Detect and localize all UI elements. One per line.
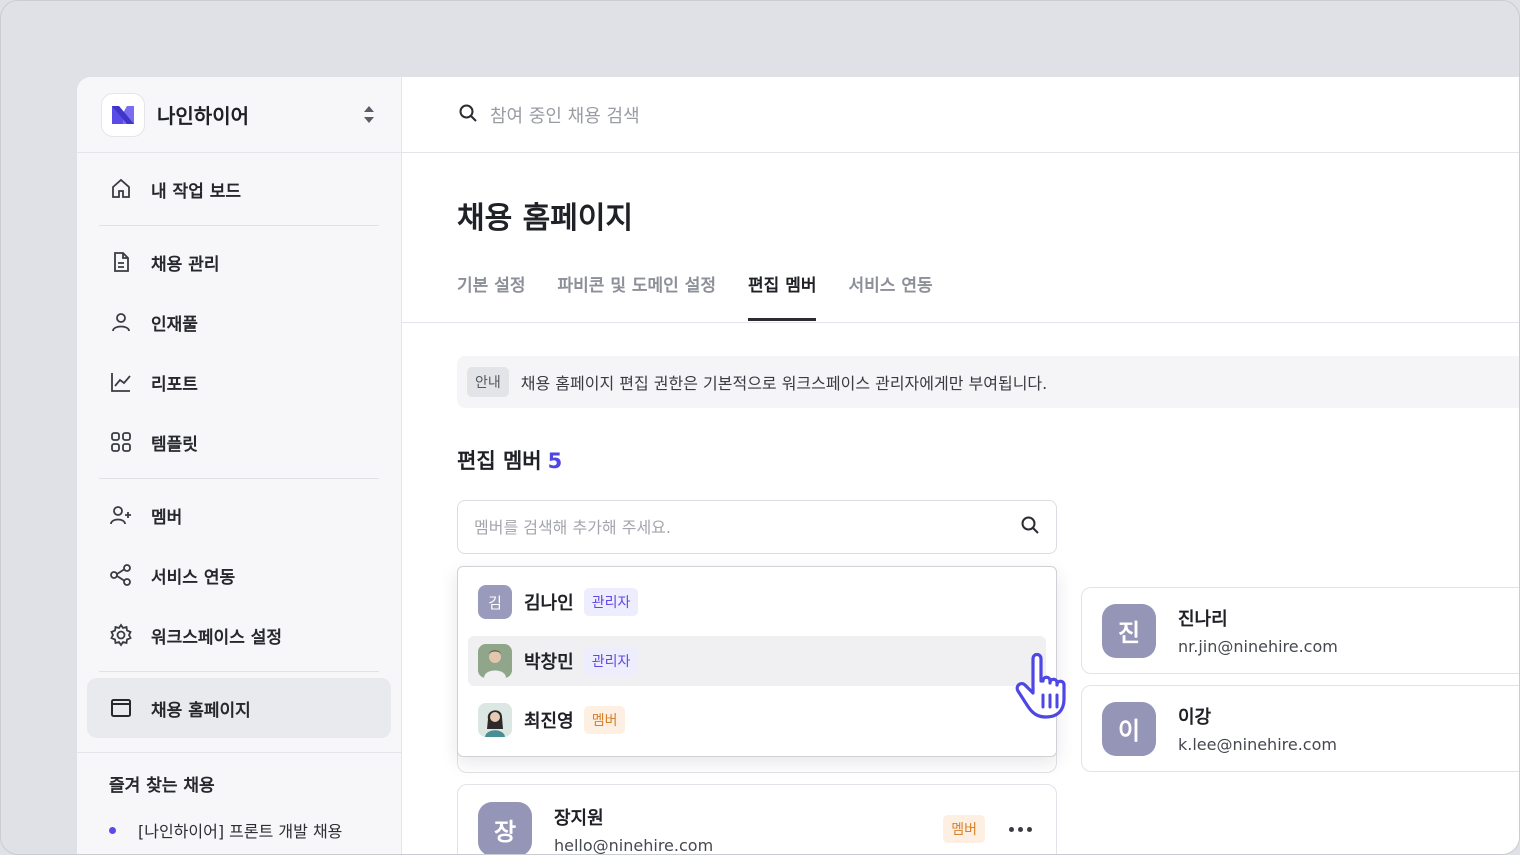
notice-banner: 안내 채용 홈페이지 편집 권한은 기본적으로 워크스페이스 관리자에게만 부여… xyxy=(457,356,1519,408)
member-name: 이강 xyxy=(1178,707,1212,728)
sidebar-item-integrations[interactable]: 서비스 연동 xyxy=(87,545,391,605)
workspace-name: 나인하이어 xyxy=(157,104,249,128)
page-title: 채용 홈페이지 xyxy=(457,201,634,236)
grid-icon xyxy=(109,430,133,454)
sidebar-item-dashboard[interactable]: 내 작업 보드 xyxy=(87,159,391,219)
member-search-field[interactable] xyxy=(457,500,1057,554)
divider xyxy=(99,671,379,672)
role-badge[interactable]: 멤버 xyxy=(943,815,985,843)
sidebar-nav: 내 작업 보드 채용 관리 인재풀 리포트 템플릿 멤버 서비스 연동 워크스페… xyxy=(77,153,401,738)
favorites-title: 즐겨 찾는 채용 xyxy=(109,776,215,796)
member-email: hello@ninehire.com xyxy=(554,835,714,855)
search-icon xyxy=(458,103,478,127)
tabs-divider xyxy=(402,322,1519,323)
sidebar-item-recruitment[interactable]: 채용 관리 xyxy=(87,232,391,292)
share-icon xyxy=(109,563,133,587)
app-window: 나인하이어 내 작업 보드 채용 관리 인재풀 리포트 템플릿 멤버 서비스 연… xyxy=(77,77,1519,855)
sidebar-item-label: 인재풀 xyxy=(151,314,198,335)
sidebar-item-talent-pool[interactable]: 인재풀 xyxy=(87,292,391,352)
member-email: k.lee@ninehire.com xyxy=(1178,735,1337,754)
sidebar-item-label: 리포트 xyxy=(151,374,198,395)
dropdown-option[interactable]: 박창민 관리자 xyxy=(468,636,1046,686)
sidebar: 나인하이어 내 작업 보드 채용 관리 인재풀 리포트 템플릿 멤버 서비스 연… xyxy=(77,77,402,854)
sidebar-item-label: 서비스 연동 xyxy=(151,567,236,588)
member-info: 이강 k.lee@ninehire.com xyxy=(1178,703,1337,754)
tab-favicon-domain[interactable]: 파비콘 및 도메인 설정 xyxy=(557,271,716,321)
section-title: 편집 멤버 5 xyxy=(457,445,562,475)
member-count: 5 xyxy=(547,449,563,473)
sidebar-item-label: 워크스페이스 설정 xyxy=(151,627,283,648)
sidebar-item-members[interactable]: 멤버 xyxy=(87,485,391,545)
tab-integrations[interactable]: 서비스 연동 xyxy=(848,271,932,321)
chart-icon xyxy=(109,370,133,394)
member-card: 장 장지원 hello@ninehire.com 멤버 xyxy=(457,784,1057,855)
avatar-photo xyxy=(478,703,512,737)
role-badge: 멤버 xyxy=(583,706,626,734)
document-icon xyxy=(109,250,133,274)
tab-basic-settings[interactable]: 기본 설정 xyxy=(457,271,525,321)
window-icon xyxy=(109,696,133,720)
person-icon xyxy=(109,310,133,334)
notice-text: 채용 홈페이지 편집 권한은 기본적으로 워크스페이스 관리자에게만 부여됩니다… xyxy=(520,374,1048,393)
dropdown-option[interactable]: 최진영 멤버 xyxy=(468,695,1046,745)
member-search-dropdown: 김 김나인 관리자 박창민 관리자 최진영 멤버 xyxy=(457,566,1057,757)
sidebar-item-label: 채용 관리 xyxy=(151,254,220,275)
gear-icon xyxy=(109,623,133,647)
sidebar-item-label: 템플릿 xyxy=(151,434,198,455)
member-name: 장지원 xyxy=(554,807,604,829)
add-user-icon xyxy=(109,503,133,527)
avatar: 김 xyxy=(478,585,512,619)
main-content: 참여 중인 채용 검색 채용 홈페이지 기본 설정 파비콘 및 도메인 설정 편… xyxy=(402,77,1519,855)
member-email: nr.jin@ninehire.com xyxy=(1178,637,1338,656)
sidebar-item-workspace-settings[interactable]: 워크스페이스 설정 xyxy=(87,605,391,665)
sidebar-item-template[interactable]: 템플릿 xyxy=(87,412,391,472)
option-name: 최진영 xyxy=(524,711,574,732)
notice-badge: 안내 xyxy=(467,367,509,397)
more-options-icon[interactable] xyxy=(1009,826,1032,832)
search-placeholder: 참여 중인 채용 검색 xyxy=(490,105,640,127)
avatar-photo xyxy=(478,644,512,678)
sidebar-item-label: 멤버 xyxy=(151,507,183,528)
hand-pointer-cursor-icon xyxy=(1013,651,1079,727)
home-icon xyxy=(109,177,133,201)
member-info: 장지원 hello@ninehire.com xyxy=(554,804,943,855)
role-badge: 관리자 xyxy=(583,588,639,616)
divider xyxy=(99,225,379,226)
member-card: 진 진나리 nr.jin@ninehire.com xyxy=(1081,587,1519,674)
bullet-icon xyxy=(109,826,116,834)
section-title-label: 편집 멤버 xyxy=(457,449,542,473)
option-name: 박창민 xyxy=(524,652,574,673)
favorite-item-label: [나인하이어] 프론트 개발 채용 xyxy=(138,822,343,841)
favorite-item[interactable]: [나인하이어] 프론트 개발 채용 xyxy=(77,796,401,842)
workspace-logo xyxy=(101,92,145,137)
sidebar-item-report[interactable]: 리포트 xyxy=(87,352,391,412)
tab-edit-members[interactable]: 편집 멤버 xyxy=(748,271,817,321)
divider xyxy=(99,478,379,479)
chevron-up-down-icon[interactable] xyxy=(361,105,377,124)
window-frame: 나인하이어 내 작업 보드 채용 관리 인재풀 리포트 템플릿 멤버 서비스 연… xyxy=(0,0,1520,855)
tab-bar: 기본 설정 파비콘 및 도메인 설정 편집 멤버 서비스 연동 xyxy=(457,271,933,321)
sidebar-item-label: 채용 홈페이지 xyxy=(151,700,251,721)
top-search-bar[interactable]: 참여 중인 채용 검색 xyxy=(402,77,1519,153)
member-info: 진나리 nr.jin@ninehire.com xyxy=(1178,605,1338,656)
member-card: 이 이강 k.lee@ninehire.com xyxy=(1081,685,1519,772)
workspace-switcher[interactable]: 나인하이어 xyxy=(77,77,401,153)
search-icon[interactable] xyxy=(1020,515,1040,539)
avatar: 진 xyxy=(1102,603,1156,658)
option-name: 김나인 xyxy=(524,593,574,614)
sidebar-item-label: 내 작업 보드 xyxy=(151,181,242,202)
dropdown-option[interactable]: 김 김나인 관리자 xyxy=(468,577,1046,627)
member-search-input[interactable] xyxy=(474,517,1020,537)
role-badge: 관리자 xyxy=(583,647,639,675)
sidebar-item-career-site[interactable]: 채용 홈페이지 xyxy=(87,678,391,738)
member-name: 진나리 xyxy=(1178,609,1228,630)
avatar: 장 xyxy=(478,802,532,854)
avatar: 이 xyxy=(1102,701,1156,756)
